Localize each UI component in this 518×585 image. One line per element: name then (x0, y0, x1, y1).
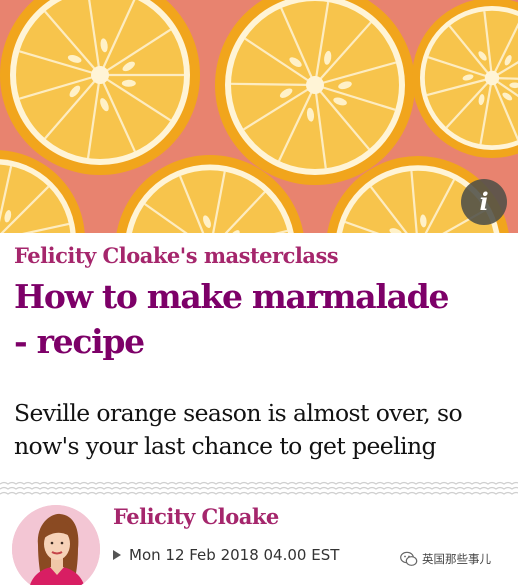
wechat-icon (400, 551, 418, 566)
article-headline: How to make marmalade - recipe (14, 274, 510, 364)
headline-line-1: How to make marmalade (14, 277, 449, 316)
watermark-text: 英国那些事儿 (422, 552, 491, 566)
publish-dateline: Mon 12 Feb 2018 04.00 EST (113, 546, 339, 564)
author-portrait (12, 505, 100, 585)
headline-line-2: - recipe (14, 322, 145, 361)
info-icon: i (479, 187, 489, 216)
wave-line (0, 491, 518, 495)
author-avatar[interactable] (12, 505, 100, 585)
wave-line (0, 481, 518, 485)
oranges-photo (0, 0, 518, 233)
series-kicker[interactable]: Felicity Cloake's masterclass (14, 243, 339, 268)
wave-line (0, 486, 518, 490)
publish-date: Mon 12 Feb 2018 04.00 EST (129, 546, 340, 564)
author-name-link[interactable]: Felicity Cloake (113, 504, 279, 529)
hero-image: i (0, 0, 518, 233)
standfirst-line-1: Seville orange season is almost over, so (14, 399, 463, 427)
image-info-button[interactable]: i (461, 179, 507, 225)
article-standfirst: Seville orange season is almost over, so… (14, 397, 514, 463)
play-triangle-icon (113, 550, 121, 560)
wavy-divider (0, 481, 518, 495)
watermark: 英国那些事儿 (400, 551, 491, 567)
standfirst-line-2: now's your last chance to get peeling (14, 432, 437, 460)
